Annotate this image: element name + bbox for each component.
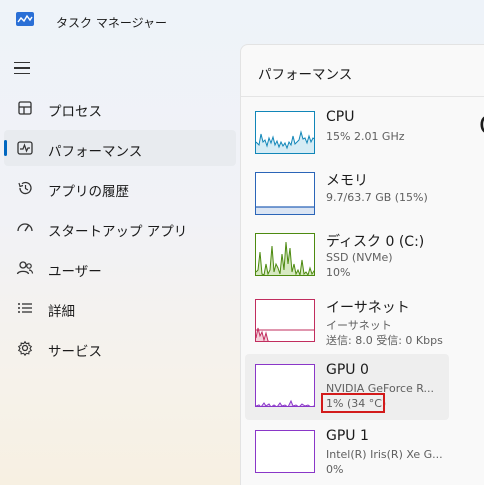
- details-icon: [18, 303, 32, 313]
- nav-label: スタートアップ アプリ: [48, 224, 188, 240]
- perf-item-detail: 15% 2.01 GHz: [326, 130, 405, 143]
- nav-label: パフォーマンス: [48, 144, 143, 160]
- nav-item-processes[interactable]: プロセス: [4, 90, 236, 126]
- active-indicator: [4, 140, 7, 156]
- highlight-box: [321, 393, 385, 413]
- perf-item-gpu1[interactable]: GPU 1 Intel(R) Iris(R) Xe G... 0%: [245, 420, 449, 485]
- perf-item-detail: Intel(R) Iris(R) Xe G...: [326, 448, 443, 461]
- perf-item-name: CPU: [326, 109, 355, 125]
- nav-label: プロセス: [48, 104, 102, 120]
- nav-label: アプリの履歴: [48, 184, 129, 200]
- nav-item-performance[interactable]: パフォーマンス: [4, 130, 236, 166]
- nav-item-app-history[interactable]: アプリの履歴: [4, 170, 236, 206]
- gpu0-graph: [255, 364, 315, 407]
- memory-graph: [255, 172, 315, 215]
- processes-icon: [18, 101, 32, 115]
- title-bar: タスク マネージャー: [0, 0, 484, 44]
- perf-item-usage: 10%: [326, 266, 351, 279]
- nav-item-users[interactable]: ユーザー: [4, 250, 236, 286]
- perf-item-detail: イーサネット: [326, 319, 392, 332]
- services-icon: [17, 340, 33, 356]
- history-icon: [18, 181, 32, 195]
- task-manager-icon: [16, 12, 34, 26]
- page-title: パフォーマンス: [258, 67, 353, 83]
- disk-graph: [255, 233, 315, 276]
- perf-item-cpu[interactable]: CPU 15% 2.01 GHz: [245, 101, 449, 167]
- detail-title-fragment: C: [479, 111, 484, 141]
- startup-icon: [17, 223, 33, 232]
- perf-item-name: イーサネット: [326, 300, 410, 316]
- perf-item-throughput: 送信: 8.0 受信: 0 Kbps: [326, 334, 443, 347]
- nav-item-details[interactable]: 詳細: [4, 290, 236, 326]
- ethernet-graph: [255, 299, 315, 342]
- nav-label: 詳細: [48, 304, 75, 320]
- perf-item-name: GPU 1: [326, 428, 369, 444]
- perf-item-gpu0[interactable]: GPU 0 NVIDIA GeForce R... 1% (34 °C): [245, 354, 449, 420]
- divider: [241, 96, 484, 97]
- hamburger-icon[interactable]: [14, 59, 34, 77]
- nav-label: サービス: [48, 344, 102, 360]
- perf-item-detail: SSD (NVMe): [326, 251, 393, 264]
- users-icon: [16, 261, 34, 275]
- nav-label: ユーザー: [48, 264, 102, 280]
- perf-item-disk[interactable]: ディスク 0 (C:) SSD (NVMe) 10%: [245, 223, 449, 289]
- gpu1-graph: [255, 430, 315, 473]
- nav-item-services[interactable]: サービス: [4, 330, 236, 366]
- perf-item-name: ディスク 0 (C:): [326, 234, 425, 250]
- performance-icon: [17, 141, 33, 155]
- perf-item-ethernet[interactable]: イーサネット イーサネット 送信: 8.0 受信: 0 Kbps: [245, 289, 449, 355]
- window-title: タスク マネージャー: [56, 16, 167, 30]
- perf-item-name: メモリ: [326, 173, 368, 189]
- perf-item-name: GPU 0: [326, 362, 369, 378]
- perf-item-memory[interactable]: メモリ 9.7/63.7 GB (15%): [245, 162, 449, 228]
- perf-item-usage: 0%: [326, 463, 344, 476]
- nav-item-startup-apps[interactable]: スタートアップ アプリ: [4, 210, 236, 246]
- cpu-graph: [255, 111, 315, 154]
- perf-item-detail: 9.7/63.7 GB (15%): [326, 191, 428, 204]
